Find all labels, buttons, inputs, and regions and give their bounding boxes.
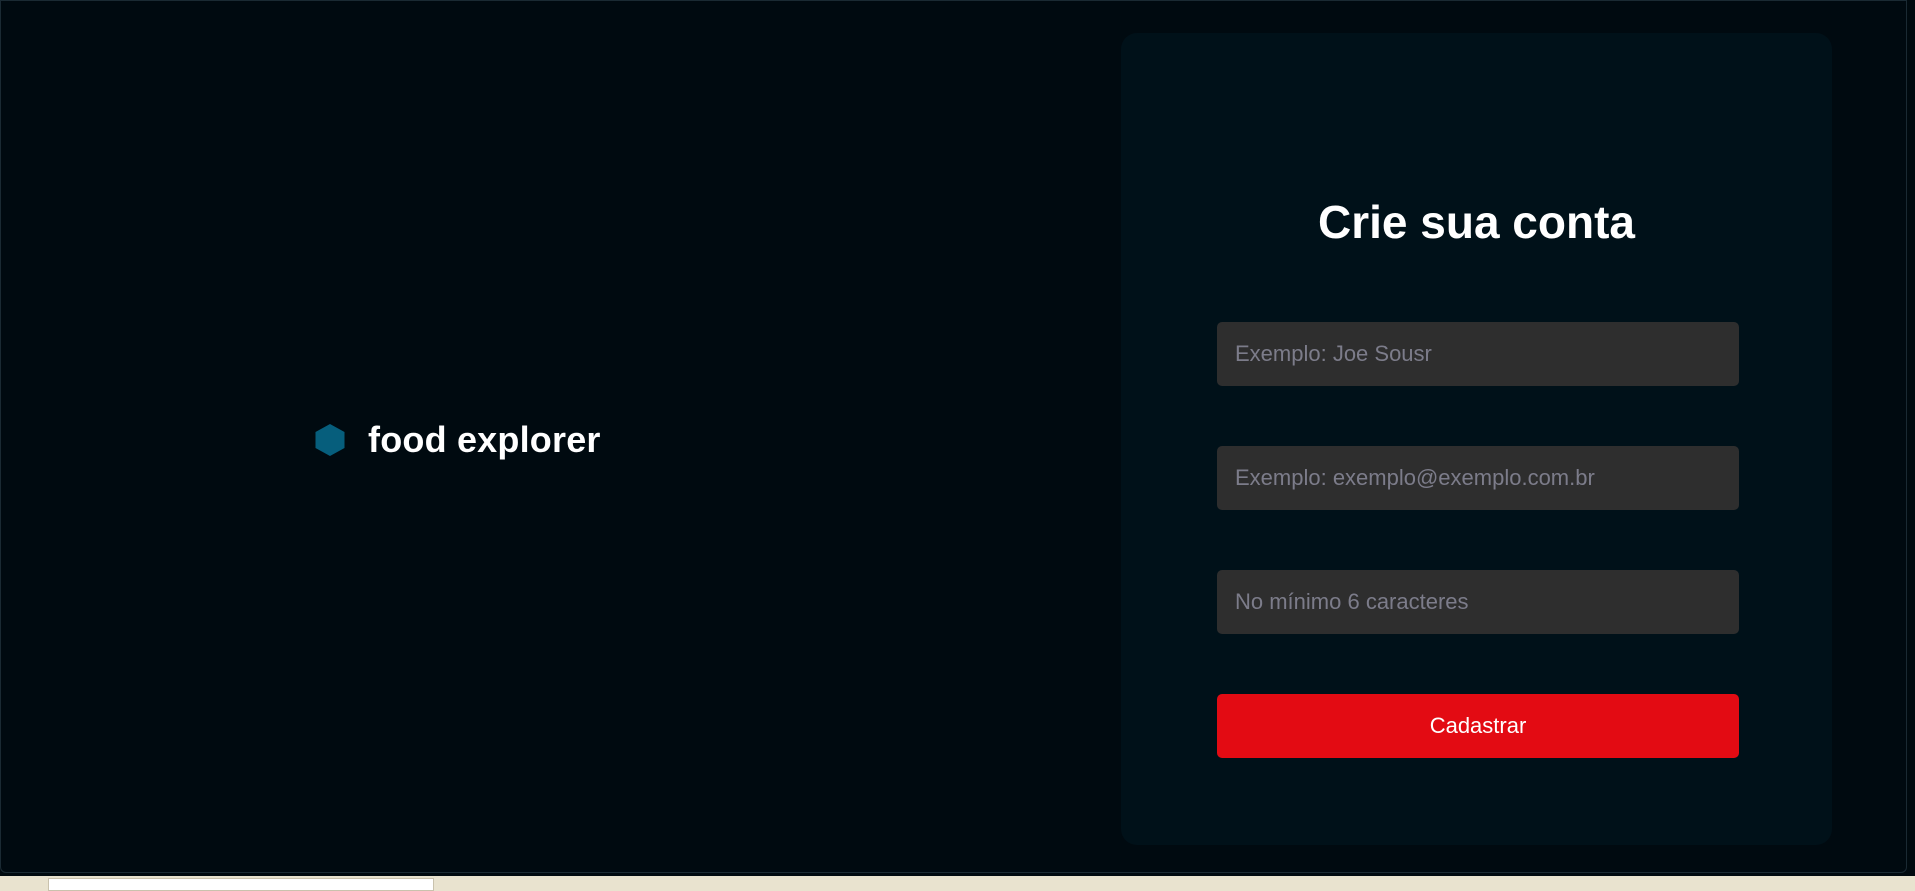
brand-name: food explorer [368,419,601,460]
signup-button[interactable]: Cadastrar [1217,694,1739,758]
page-title: Crie sua conta [1318,196,1635,248]
taskbar-search-box[interactable] [48,878,434,891]
email-field[interactable] [1217,446,1739,510]
hexagon-logo-icon [314,423,346,457]
password-field[interactable] [1217,570,1739,634]
taskbar [0,876,1915,891]
brand-logo: food explorer [314,415,601,465]
app-window: food explorer Crie sua conta Cadastrar [0,0,1907,873]
name-field[interactable] [1217,322,1739,386]
signup-card: Crie sua conta Cadastrar [1121,33,1832,845]
